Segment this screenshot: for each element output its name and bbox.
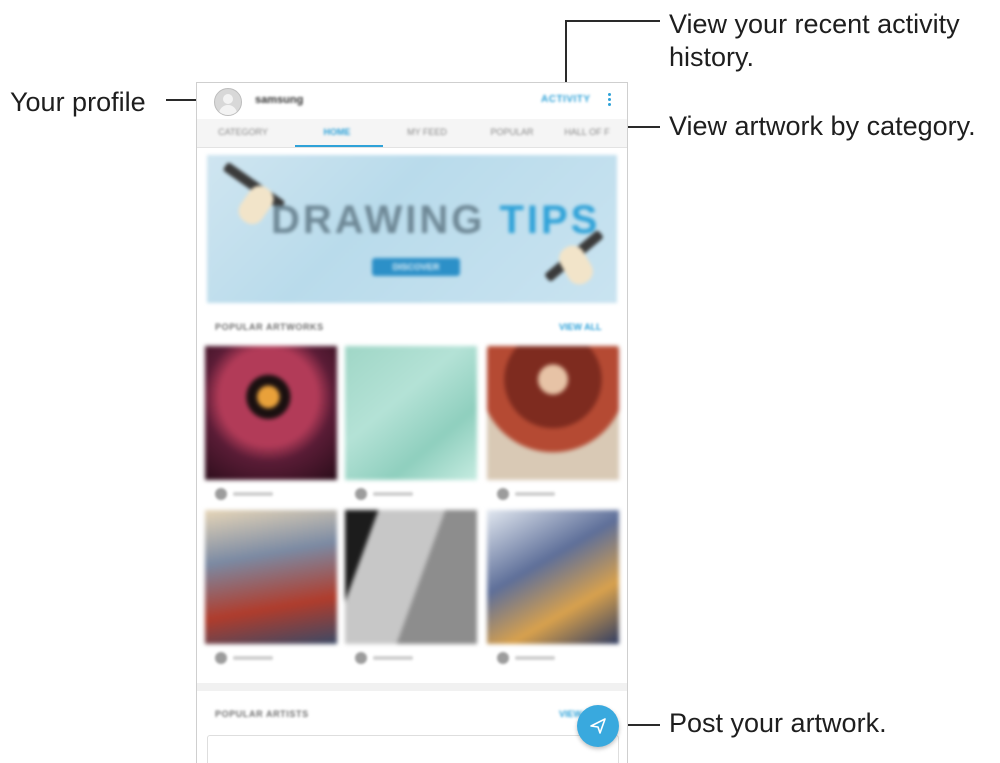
artwork-thumbnail[interactable] xyxy=(205,346,337,480)
tab-category[interactable]: CATEGORY xyxy=(203,127,283,137)
banner-title-part2: TIPS xyxy=(499,198,601,242)
artwork-meta xyxy=(215,486,315,502)
section-divider xyxy=(197,683,627,691)
post-artwork-button[interactable] xyxy=(577,705,619,747)
activity-leader-line-v xyxy=(565,20,567,90)
profile-avatar[interactable] xyxy=(214,88,242,116)
banner-title-part1: DRAWING xyxy=(271,198,500,242)
avatar-head xyxy=(223,94,233,104)
drawing-tips-banner[interactable]: DRAWING TIPS DISCOVER xyxy=(207,155,617,303)
username[interactable]: samsung xyxy=(255,94,303,106)
callout-view-by-category: View artwork by category. xyxy=(669,111,976,141)
callout-post-artwork: Post your artwork. xyxy=(669,708,887,738)
callout-activity-line2: history. xyxy=(669,42,755,72)
app-screen: samsung ACTIVITY CATEGORY HOME MY FEED P… xyxy=(196,82,628,763)
vertical-dots-icon[interactable] xyxy=(606,93,612,109)
artwork-meta xyxy=(497,486,597,502)
activity-leader-line-h xyxy=(566,20,660,22)
callout-activity-line1: View your recent activity xyxy=(669,9,960,39)
send-icon xyxy=(590,718,606,734)
artwork-thumbnail[interactable] xyxy=(345,346,477,480)
artwork-thumbnail[interactable] xyxy=(345,510,477,644)
callout-your-profile: Your profile xyxy=(10,87,146,117)
popular-artists-title: POPULAR ARTISTS xyxy=(215,709,309,719)
artwork-meta xyxy=(355,486,455,502)
avatar-body xyxy=(219,105,237,115)
popular-artworks-view-all[interactable]: VIEW ALL xyxy=(559,322,602,332)
popular-artist-card[interactable] xyxy=(207,735,619,763)
artwork-thumbnail[interactable] xyxy=(487,510,619,644)
artwork-thumbnail[interactable] xyxy=(205,510,337,644)
popular-artworks-title: POPULAR ARTWORKS xyxy=(215,322,324,332)
app-bar: samsung ACTIVITY xyxy=(197,83,627,119)
category-leader-line xyxy=(626,126,660,128)
artwork-meta xyxy=(355,650,455,666)
artwork-thumbnail[interactable] xyxy=(487,346,619,480)
tab-active-indicator xyxy=(295,145,383,147)
artwork-meta xyxy=(497,650,597,666)
tab-home[interactable]: HOME xyxy=(297,127,377,137)
banner-title: DRAWING TIPS xyxy=(271,198,600,243)
tab-popular[interactable]: POPULAR xyxy=(472,127,552,137)
category-tabs: CATEGORY HOME MY FEED POPULAR HALL OF F xyxy=(197,119,627,148)
tab-hall-of-fame[interactable]: HALL OF F xyxy=(547,127,627,137)
activity-button[interactable]: ACTIVITY xyxy=(541,94,591,105)
banner-discover-button[interactable]: DISCOVER xyxy=(372,258,460,276)
tab-my-feed[interactable]: MY FEED xyxy=(387,127,467,137)
artwork-meta xyxy=(215,650,315,666)
